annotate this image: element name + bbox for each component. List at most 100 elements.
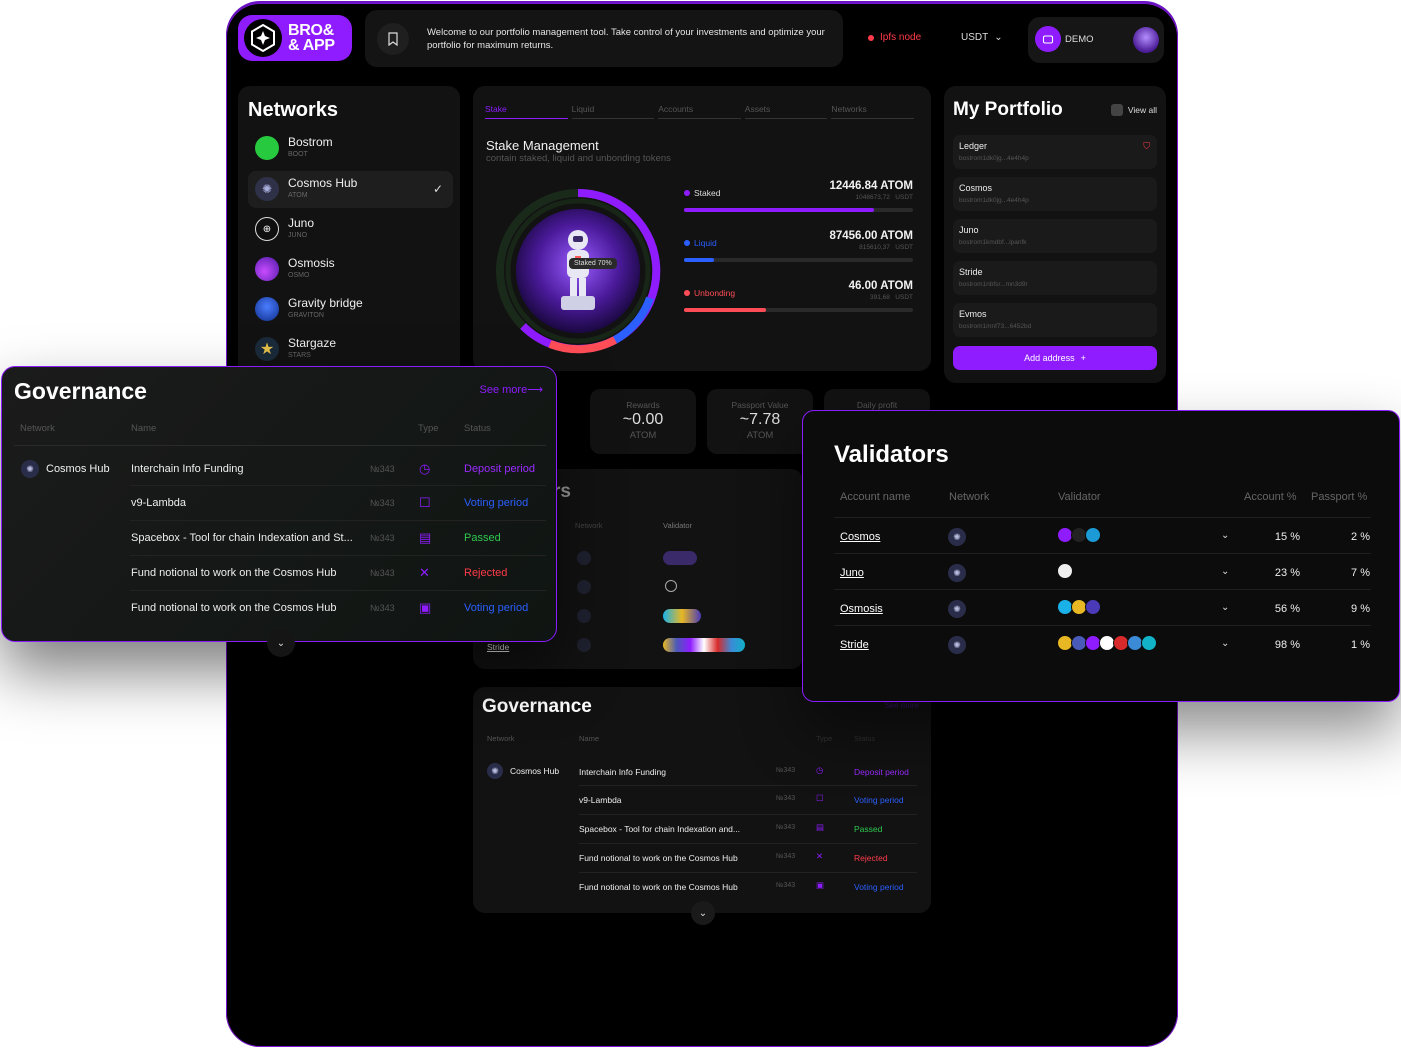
validator-icons bbox=[663, 609, 701, 623]
chevron-down-icon[interactable]: ⌄ bbox=[1221, 530, 1229, 541]
app-logo[interactable]: BRO& & APP bbox=[238, 15, 352, 61]
validator-icons bbox=[1057, 563, 1073, 579]
stat-unit: ATOM bbox=[746, 430, 774, 441]
stake-donut-chart: Staked 70% bbox=[485, 178, 671, 364]
see-more-link[interactable]: See more bbox=[884, 701, 919, 710]
chevron-down-icon[interactable]: ⌄ bbox=[1221, 638, 1229, 649]
account-name: Evmos bbox=[959, 309, 987, 319]
network-ticker: JUNO bbox=[288, 232, 308, 239]
cosmos-icon: ✺ bbox=[21, 460, 39, 478]
piggy-bank-icon: ◷ bbox=[816, 765, 824, 775]
expand-button[interactable]: ⌄ bbox=[267, 629, 295, 657]
status-dot-icon bbox=[868, 34, 874, 41]
validator-account-link[interactable]: Cosmos bbox=[840, 531, 880, 543]
network-header: Network bbox=[575, 521, 603, 530]
avatar[interactable] bbox=[1133, 27, 1159, 53]
proposal-name: Fund notional to work on the Cosmos Hub bbox=[579, 853, 738, 863]
cosmos-icon: ✺ bbox=[487, 763, 503, 779]
chevron-down-icon[interactable]: ⌄ bbox=[1221, 602, 1229, 613]
governance-title: Governance bbox=[14, 378, 147, 404]
stat-title: Daily profit bbox=[856, 400, 898, 410]
see-more-link[interactable]: See more⟶ bbox=[480, 383, 543, 396]
liquid-unit: ATOM bbox=[880, 230, 913, 242]
tools-icon: ✕ bbox=[816, 851, 824, 861]
tab-stake[interactable]: Stake bbox=[485, 104, 568, 119]
account-name: Ledger bbox=[959, 141, 988, 151]
portfolio-account[interactable]: Evmos bostrom1mnf73...6452bd bbox=[953, 303, 1157, 337]
account-address: bostrom1mnf73...6452bd bbox=[959, 323, 1032, 330]
account-percent: 98 % bbox=[1274, 639, 1300, 651]
add-address-button[interactable]: Add address + bbox=[953, 346, 1157, 370]
portfolio-account[interactable]: Ledger bostrom1dk0jg...4e4h4p ⛉ bbox=[953, 135, 1157, 169]
network-item-gravity-bridge[interactable]: Gravity bridge GRAVITON bbox=[248, 291, 453, 328]
view-all-label: View all bbox=[1127, 105, 1157, 115]
cosmos-icon: ✺ bbox=[948, 564, 966, 582]
proposal-name: Spacebox - Tool for chain Indexation and… bbox=[579, 824, 740, 834]
chevron-down-icon: ⌄ bbox=[276, 637, 286, 649]
network-ticker: STARS bbox=[288, 352, 311, 359]
tab-assets[interactable]: Assets bbox=[744, 104, 828, 119]
node-status-label: Ipfs node bbox=[880, 32, 922, 43]
status-badge: Passed bbox=[854, 824, 883, 834]
view-all-toggle[interactable]: View all bbox=[1110, 104, 1157, 116]
account-percent: 23 % bbox=[1274, 567, 1300, 579]
validator-account-link[interactable]: Osmosis bbox=[840, 603, 883, 615]
network-name: Cosmos Hub bbox=[288, 176, 358, 190]
network-ticker: ATOM bbox=[288, 192, 308, 199]
liquid-usdt: 815610,37 bbox=[859, 244, 890, 251]
network-header: Network bbox=[949, 491, 990, 503]
validator-icons bbox=[1057, 599, 1101, 615]
account-address: bostrom1nbfsr...mn3d9r bbox=[959, 281, 1028, 288]
tab-networks[interactable]: Networks bbox=[831, 104, 914, 119]
staked-progress bbox=[684, 208, 913, 212]
expand-button[interactable]: ⌄ bbox=[691, 901, 715, 925]
cosmos-icon: ✺ bbox=[948, 600, 966, 618]
stake-subtitle: contain staked, liquid and unbonding tok… bbox=[486, 153, 671, 164]
validator-row-juno[interactable]: Juno ✺ ⌄ 23 % 7 % bbox=[834, 553, 1371, 589]
validator-avatar-icon bbox=[1085, 527, 1101, 543]
network-name: Osmosis bbox=[288, 256, 335, 270]
validator-row-stride[interactable]: Stride ✺ ⌄ 98 % 1 % bbox=[834, 625, 1371, 661]
chevron-down-icon[interactable]: ⌄ bbox=[1221, 566, 1229, 577]
validator-row-cosmos[interactable]: Cosmos ✺ ⌄ 15 % 2 % bbox=[834, 517, 1371, 553]
network-ticker: GRAVITON bbox=[288, 312, 324, 319]
portfolio-account[interactable]: Juno bostrom1kmdbf...lpanfk bbox=[953, 219, 1157, 253]
network-name: Stargaze bbox=[288, 336, 337, 350]
cosmos-icon bbox=[577, 638, 591, 652]
network-item-juno[interactable]: ⊕ Juno JUNO bbox=[248, 211, 453, 248]
network-item-osmosis[interactable]: Osmosis OSMO bbox=[248, 251, 453, 288]
proposal-name: v9-Lambda bbox=[579, 795, 622, 805]
portfolio-account[interactable]: Stride bostrom1nbfsr...mn3d9r bbox=[953, 261, 1157, 295]
shield-icon[interactable]: ⛉ bbox=[1143, 141, 1150, 152]
osmosis-icon bbox=[255, 257, 279, 281]
validator-account-link[interactable]: Stride bbox=[840, 639, 869, 651]
validator-account-link[interactable]: Juno bbox=[840, 567, 864, 579]
network-item-bostrom[interactable]: Bostrom BOOT bbox=[248, 130, 453, 167]
liquid-dot-icon bbox=[684, 240, 690, 246]
validator-header: Validator bbox=[1058, 491, 1101, 503]
proposal-number: №343 bbox=[370, 498, 395, 508]
toggle-icon bbox=[1110, 104, 1123, 116]
tab-accounts[interactable]: Accounts bbox=[658, 104, 741, 119]
validator-icons bbox=[1057, 527, 1101, 543]
node-status[interactable]: Ipfs node bbox=[868, 32, 921, 43]
cosmos-icon bbox=[577, 609, 591, 623]
passport-percent-header: Passport % bbox=[1311, 491, 1368, 503]
validator-icons bbox=[663, 638, 745, 652]
status-badge: Rejected bbox=[464, 567, 508, 579]
network-header: Network bbox=[20, 423, 55, 434]
network-item-cosmos-hub[interactable]: ✺ Cosmos Hub ATOM ✓ bbox=[248, 171, 453, 208]
currency-select[interactable]: USDT ⌄ bbox=[961, 32, 1003, 43]
passport-percent: 2 % bbox=[1351, 531, 1370, 543]
validator-account-link[interactable]: Stride bbox=[487, 642, 509, 652]
stat-title: Rewards bbox=[626, 400, 660, 410]
account-name: Stride bbox=[959, 267, 983, 277]
governance-card-floating: Governance See more⟶ Network Name Type S… bbox=[1, 366, 557, 657]
validator-row-osmosis[interactable]: Osmosis ✺ ⌄ 56 % 9 % bbox=[834, 589, 1371, 625]
tab-liquid[interactable]: Liquid bbox=[571, 104, 655, 119]
governance-panel: Governance See more Network Name Type St… bbox=[473, 687, 931, 913]
network-item-stargaze[interactable]: ★ Stargaze STARS bbox=[248, 331, 453, 368]
account-switcher[interactable]: DEMO bbox=[1028, 17, 1164, 63]
portfolio-account[interactable]: Cosmos bostrom1dk0jg...4e4h4p bbox=[953, 177, 1157, 211]
network-name: Cosmos Hub bbox=[46, 463, 110, 475]
